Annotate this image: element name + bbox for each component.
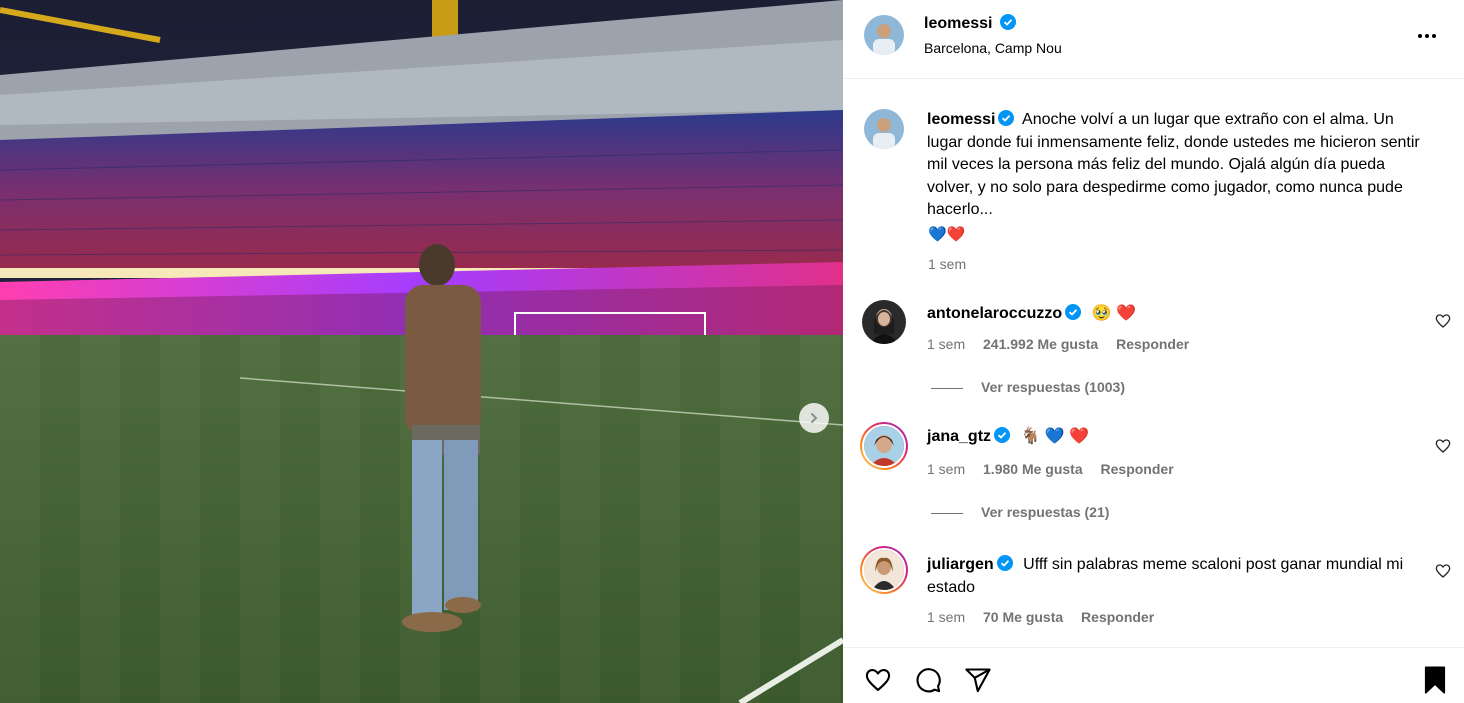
post-actions-bar (843, 647, 1464, 703)
caption-emoji: 💙❤️ (928, 226, 966, 243)
comment-time[interactable]: 1 sem (927, 609, 965, 625)
avatar (862, 424, 906, 468)
avatar[interactable] (862, 300, 906, 344)
post-photo (0, 0, 843, 703)
comment-text: 🥹 ❤️ (1091, 305, 1136, 322)
comment-time[interactable]: 1 sem (927, 336, 965, 352)
comment-meta: 1 sem 241.992 Me gusta Responder (927, 336, 1203, 352)
post-caption: leomessi Anoche volví a un lugar que ext… (927, 109, 1427, 222)
comment-meta: 1 sem 1.980 Me gusta Responder (927, 461, 1188, 477)
more-options-icon (1418, 34, 1436, 38)
comment-icon (916, 668, 941, 693)
view-replies-button[interactable]: Ver respuestas (21) (931, 504, 1109, 520)
reply-button[interactable]: Responder (1081, 609, 1154, 625)
avatar (862, 548, 906, 592)
story-ring[interactable] (860, 546, 908, 594)
comment-like-button[interactable] (1435, 563, 1451, 579)
verified-icon (996, 555, 1013, 571)
comment-like-button[interactable] (1435, 313, 1451, 329)
comment-username[interactable]: juliargen (927, 555, 1013, 573)
heart-icon (1435, 314, 1451, 328)
verified-icon (998, 110, 1015, 126)
more-options-button[interactable] (1415, 26, 1439, 46)
heart-icon (1435, 439, 1451, 453)
verified-icon (994, 427, 1011, 443)
comment-likes[interactable]: 1.980 Me gusta (983, 461, 1083, 477)
replies-divider (931, 387, 963, 389)
comment-line: antonelaroccuzzo 🥹 ❤️ (927, 303, 1427, 326)
comment-text: 🐐 💙 ❤️ (1020, 428, 1090, 445)
view-replies-button[interactable]: Ver respuestas (1003) (931, 379, 1125, 395)
share-icon (965, 668, 991, 693)
comment-likes[interactable]: 70 Me gusta (983, 609, 1063, 625)
comment-line: jana_gtz 🐐 💙 ❤️ (927, 426, 1427, 449)
share-button[interactable] (964, 666, 992, 699)
verified-icon (999, 14, 1016, 30)
comment-time[interactable]: 1 sem (927, 461, 965, 477)
post-location[interactable]: Barcelona, Camp Nou (924, 40, 1062, 56)
comment-button[interactable] (914, 666, 942, 699)
caption-username[interactable]: leomessi (927, 110, 1015, 128)
heart-icon (865, 669, 891, 691)
stadium-image (0, 0, 843, 703)
comment-username[interactable]: jana_gtz (927, 427, 1011, 445)
replies-divider (931, 512, 963, 514)
post-detail-panel: leomessi Barcelona, Camp Nou leomessi An… (843, 0, 1464, 703)
reply-button[interactable]: Responder (1116, 336, 1189, 352)
comment-line: juliargen Ufff sin palabras meme scaloni… (927, 554, 1427, 599)
post-username[interactable]: leomessi (924, 14, 1016, 33)
bookmark-icon (1424, 666, 1446, 694)
reply-button[interactable]: Responder (1101, 461, 1174, 477)
chevron-right-icon (811, 413, 818, 423)
comment-like-button[interactable] (1435, 438, 1451, 454)
heart-icon (1435, 564, 1451, 578)
like-button[interactable] (864, 666, 892, 699)
comment-username[interactable]: antonelaroccuzzo (927, 304, 1082, 322)
person-figure (402, 244, 481, 632)
avatar[interactable] (864, 15, 904, 55)
carousel-next-button[interactable] (799, 403, 829, 433)
avatar[interactable] (864, 109, 904, 149)
post-header: leomessi Barcelona, Camp Nou (843, 0, 1464, 79)
verified-icon (1065, 304, 1082, 320)
comment-meta: 1 sem 70 Me gusta Responder (927, 609, 1168, 625)
comments-scroll-area[interactable]: leomessi Anoche volví a un lugar que ext… (843, 80, 1464, 647)
comment-likes[interactable]: 241.992 Me gusta (983, 336, 1098, 352)
story-ring[interactable] (860, 422, 908, 470)
caption-time[interactable]: 1 sem (928, 256, 966, 272)
save-button[interactable] (1421, 665, 1449, 700)
